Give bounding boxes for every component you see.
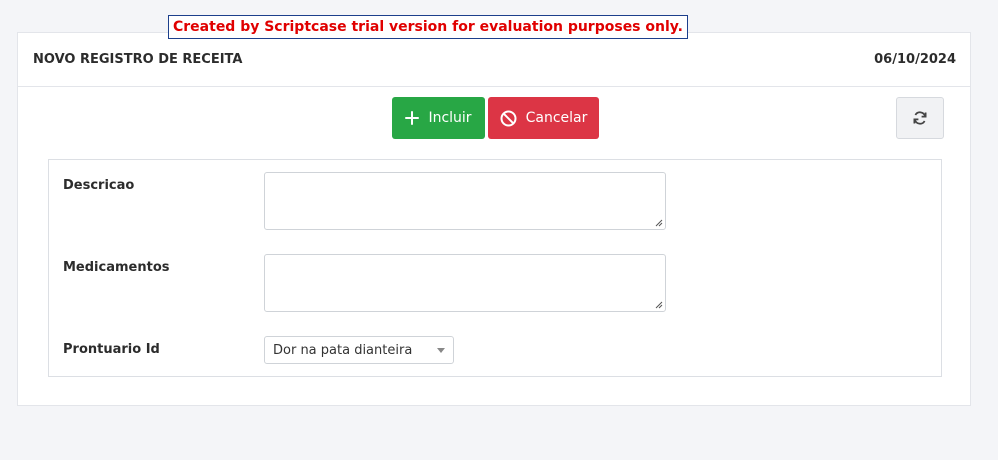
medicamentos-textarea[interactable] bbox=[264, 254, 666, 312]
descricao-textarea[interactable] bbox=[264, 172, 666, 230]
prontuario-id-label: Prontuario Id bbox=[63, 342, 160, 357]
descricao-label: Descricao bbox=[63, 178, 135, 193]
panel-header: NOVO REGISTRO DE RECEITA 06/10/2024 bbox=[18, 33, 970, 87]
form-fields: Descricao Medicamentos Prontuario Id Dor… bbox=[48, 159, 942, 377]
form-panel: NOVO REGISTRO DE RECEITA 06/10/2024 Incl… bbox=[17, 32, 971, 406]
resize-handle-icon[interactable] bbox=[655, 219, 663, 227]
cancel-button-label: Cancelar bbox=[525, 110, 588, 126]
resize-handle-icon[interactable] bbox=[655, 301, 663, 309]
trial-banner: Created by Scriptcase trial version for … bbox=[168, 15, 688, 39]
ban-icon bbox=[500, 110, 517, 127]
page-title: NOVO REGISTRO DE RECEITA bbox=[33, 52, 243, 67]
prontuario-id-value: Dor na pata dianteira bbox=[273, 342, 413, 358]
cancel-button[interactable]: Cancelar bbox=[488, 97, 599, 139]
prontuario-id-select[interactable]: Dor na pata dianteira bbox=[264, 336, 454, 364]
include-button[interactable]: Incluir bbox=[392, 97, 485, 139]
toolbar: Incluir Cancelar bbox=[18, 97, 970, 139]
chevron-down-icon bbox=[437, 348, 445, 353]
refresh-button[interactable] bbox=[896, 97, 944, 139]
header-date: 06/10/2024 bbox=[874, 52, 956, 67]
medicamentos-label: Medicamentos bbox=[63, 260, 170, 275]
include-button-label: Incluir bbox=[428, 110, 472, 126]
plus-icon bbox=[405, 111, 420, 125]
refresh-icon bbox=[912, 110, 928, 126]
